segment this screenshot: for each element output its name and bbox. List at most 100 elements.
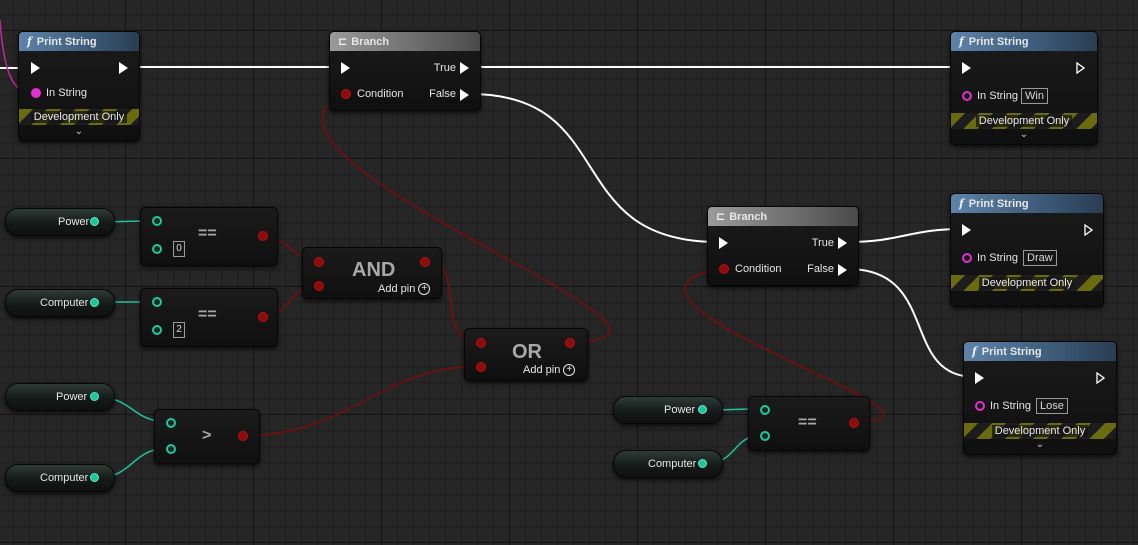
- and-node[interactable]: AND Add pin +: [302, 247, 442, 299]
- in-string-pin[interactable]: [31, 88, 41, 98]
- int-out-pin[interactable]: [90, 392, 99, 401]
- condition-pin[interactable]: [719, 264, 729, 274]
- in-string-label: In String: [990, 400, 1031, 412]
- equal-node-1[interactable]: 0 ==: [140, 207, 278, 266]
- int-in-pin-a[interactable]: [760, 405, 770, 415]
- development-only-label: Development Only: [991, 425, 1089, 437]
- variable-node-power[interactable]: Power: [5, 383, 115, 411]
- int-out-pin[interactable]: [90, 298, 99, 307]
- true-exec-pin[interactable]: [460, 62, 469, 74]
- print-string-node-1[interactable]: f Print String In String Development Only…: [18, 31, 140, 141]
- int-in-pin-b[interactable]: [166, 444, 176, 454]
- int-out-pin[interactable]: [90, 217, 99, 226]
- node-title: Branch: [351, 36, 390, 48]
- operator-label: OR: [512, 341, 542, 363]
- bool-out-pin[interactable]: [849, 418, 859, 428]
- condition-pin[interactable]: [341, 89, 351, 99]
- bool-out-pin[interactable]: [565, 338, 575, 348]
- variable-node-power[interactable]: Power: [5, 208, 115, 236]
- print-string-node-lose[interactable]: f Print String In String Lose Development…: [963, 341, 1117, 455]
- true-exec-pin[interactable]: [838, 237, 847, 249]
- variable-node-power[interactable]: Power: [613, 396, 723, 424]
- development-only-label: Development Only: [30, 111, 128, 123]
- bool-out-pin[interactable]: [258, 231, 268, 241]
- exec-in-pin[interactable]: [719, 237, 728, 249]
- node-header: ⊏ Branch: [708, 207, 858, 226]
- in-string-value[interactable]: Lose: [1036, 398, 1068, 414]
- print-string-node-win[interactable]: f Print String In String Win Development …: [950, 31, 1098, 145]
- bool-out-pin[interactable]: [258, 312, 268, 322]
- in-string-value[interactable]: Win: [1021, 88, 1048, 104]
- development-only-bar: Development Only: [19, 109, 139, 125]
- variable-label: Power: [56, 391, 88, 403]
- int-in-pin-a[interactable]: [166, 418, 176, 428]
- operator-label: ==: [798, 414, 817, 431]
- bool-wire-gt-or: [241, 365, 482, 437]
- exec-in-pin[interactable]: [975, 372, 984, 384]
- false-exec-pin[interactable]: [460, 89, 469, 101]
- function-icon: f: [27, 35, 32, 48]
- equal-node-3[interactable]: ==: [748, 396, 870, 451]
- development-only-bar: Development Only: [951, 113, 1097, 129]
- in-string-label: In String: [977, 90, 1018, 102]
- chevron-down-icon[interactable]: ⌄: [951, 129, 1097, 140]
- int-out-pin[interactable]: [698, 405, 707, 414]
- operator-label: ==: [198, 306, 217, 323]
- node-title: Branch: [729, 211, 768, 223]
- false-label: False: [429, 88, 456, 100]
- int-in-pin-b[interactable]: [152, 325, 162, 335]
- exec-in-pin[interactable]: [962, 62, 971, 74]
- bool-in-pin-a[interactable]: [476, 338, 486, 348]
- branch-icon: ⊏: [338, 35, 348, 48]
- variable-label: Power: [58, 216, 90, 228]
- variable-label: Computer: [40, 472, 89, 484]
- branch-node-1[interactable]: ⊏ Branch Condition True False: [329, 31, 481, 111]
- exec-out-pin-hollow[interactable]: [1096, 372, 1105, 384]
- variable-label: Computer: [648, 458, 697, 470]
- or-node[interactable]: OR Add pin +: [464, 328, 588, 381]
- add-pin-button[interactable]: Add pin +: [523, 364, 576, 377]
- int-out-pin[interactable]: [90, 473, 99, 482]
- bool-wire-or-branch1: [322, 92, 611, 343]
- greater-than-node[interactable]: >: [154, 409, 260, 464]
- development-only-label: Development Only: [978, 277, 1076, 289]
- condition-label: Condition: [735, 263, 782, 275]
- int-value-input[interactable]: 0: [173, 241, 185, 257]
- int-out-pin[interactable]: [698, 459, 707, 468]
- equal-node-2[interactable]: 2 ==: [140, 288, 278, 347]
- int-value-input[interactable]: 2: [173, 322, 185, 338]
- variable-node-computer[interactable]: Computer: [5, 289, 115, 317]
- condition-label: Condition: [357, 88, 404, 100]
- exec-out-pin-hollow[interactable]: [1076, 62, 1085, 74]
- in-string-pin[interactable]: [962, 253, 972, 263]
- exec-out-pin-hollow[interactable]: [1084, 224, 1093, 236]
- bool-in-pin-b[interactable]: [314, 281, 324, 291]
- bool-out-pin[interactable]: [420, 257, 430, 267]
- int-in-pin-b[interactable]: [760, 431, 770, 441]
- exec-in-pin[interactable]: [31, 62, 40, 74]
- branch-node-2[interactable]: ⊏ Branch Condition True False: [707, 206, 859, 286]
- exec-out-pin[interactable]: [119, 62, 128, 74]
- chevron-down-icon[interactable]: ⌄: [19, 126, 139, 137]
- variable-node-computer[interactable]: Computer: [613, 450, 723, 478]
- exec-in-pin[interactable]: [341, 62, 350, 74]
- chevron-down-icon[interactable]: ⌄: [964, 439, 1116, 450]
- add-pin-button[interactable]: Add pin +: [378, 283, 431, 296]
- in-string-pin[interactable]: [962, 91, 972, 101]
- variable-node-computer[interactable]: Computer: [5, 464, 115, 492]
- true-label: True: [811, 237, 834, 249]
- node-title: Print String: [968, 198, 1029, 210]
- false-exec-pin[interactable]: [838, 264, 847, 276]
- bool-in-pin-a[interactable]: [314, 257, 324, 267]
- node-header: f Print String: [951, 194, 1103, 213]
- in-string-pin[interactable]: [975, 401, 985, 411]
- exec-in-pin[interactable]: [962, 224, 971, 236]
- int-in-pin-a[interactable]: [152, 297, 162, 307]
- int-in-pin-a[interactable]: [152, 216, 162, 226]
- print-string-node-draw[interactable]: f Print String In String Draw Development…: [950, 193, 1104, 307]
- int-in-pin-b[interactable]: [152, 244, 162, 254]
- in-string-value[interactable]: Draw: [1023, 250, 1057, 266]
- add-pin-icon: +: [418, 283, 431, 296]
- bool-out-pin[interactable]: [238, 431, 248, 441]
- bool-in-pin-b[interactable]: [476, 362, 486, 372]
